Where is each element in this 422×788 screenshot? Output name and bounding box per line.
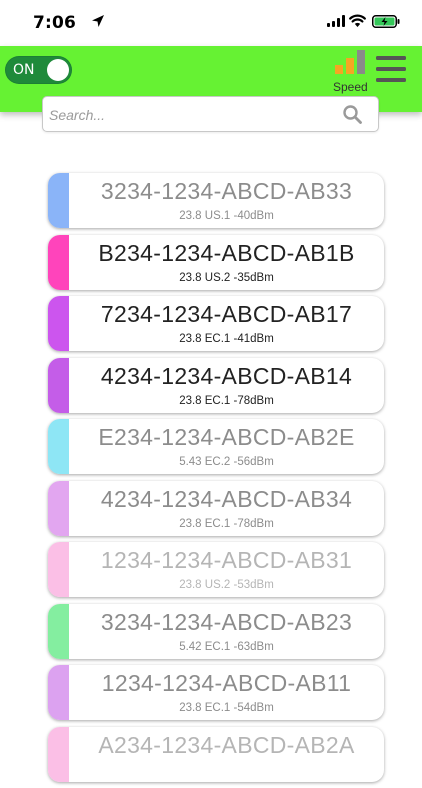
device-card[interactable]: 4234-1234-ABCD-AB14 23.8 EC.1 -78dBm — [48, 357, 384, 413]
device-color-strip — [48, 234, 69, 290]
device-card[interactable]: 3234-1234-ABCD-AB33 23.8 US.1 -40dBm — [48, 173, 384, 228]
device-color-strip — [48, 603, 69, 659]
device-color-strip — [48, 480, 69, 536]
device-name: 3234-1234-ABCD-AB33 — [100, 178, 353, 204]
search-input[interactable] — [49, 105, 329, 125]
device-info: 23.8 EC.1 -78dBm — [179, 517, 274, 530]
device-name: 4234-1234-ABCD-AB34 — [100, 485, 353, 512]
device-card[interactable]: 1234-1234-ABCD-AB11 23.8 EC.1 -54dBm — [48, 665, 384, 720]
speed-button[interactable]: Speed — [332, 50, 368, 94]
status-bar: 7:06 — [0, 0, 422, 46]
device-name: 7234-1234-ABCD-AB17 — [100, 301, 353, 327]
device-name: B234-1234-ABCD-AB1B — [98, 239, 355, 266]
device-card[interactable]: B234-1234-ABCD-AB1B 23.8 US.2 -35dBm — [48, 234, 384, 290]
battery-charging-icon — [372, 15, 400, 28]
device-name: 3234-1234-ABCD-AB23 — [100, 608, 353, 635]
device-card[interactable]: 4234-1234-ABCD-AB34 23.8 EC.1 -78dBm — [48, 480, 384, 536]
search-icon[interactable] — [343, 105, 362, 124]
device-color-strip — [48, 726, 69, 782]
device-info: 23.8 EC.1 -54dBm — [179, 702, 274, 714]
device-name: A234-1234-ABCD-AB2A — [98, 731, 355, 758]
device-info: 23.8 EC.1 -78dBm — [179, 394, 274, 407]
device-name: 1234-1234-ABCD-AB11 — [101, 670, 352, 696]
device-card[interactable]: A234-1234-ABCD-AB2A — [48, 726, 384, 782]
device-card[interactable]: 7234-1234-ABCD-AB17 23.8 EC.1 -41dBm — [48, 296, 384, 351]
device-name: E234-1234-ABCD-AB2E — [98, 424, 355, 450]
toggle-label: ON — [13, 62, 35, 78]
device-name: 1234-1234-ABCD-AB31 — [100, 547, 353, 573]
speed-label: Speed — [333, 80, 368, 94]
device-color-strip — [48, 173, 69, 228]
device-card[interactable]: 1234-1234-ABCD-AB31 23.8 US.2 -53dBm — [48, 542, 384, 597]
device-info: 5.43 EC.2 -56dBm — [179, 456, 274, 468]
device-info: 23.8 EC.1 -41dBm — [179, 333, 274, 345]
device-info: 23.8 US.1 -40dBm — [179, 210, 274, 222]
device-name: 4234-1234-ABCD-AB14 — [100, 362, 353, 389]
status-time: 7:06 — [33, 13, 77, 33]
device-color-strip — [48, 419, 69, 474]
hamburger-menu-icon[interactable] — [376, 55, 406, 83]
location-arrow-icon — [92, 15, 104, 27]
device-color-strip — [48, 665, 69, 720]
device-card[interactable]: 3234-1234-ABCD-AB23 5.42 EC.1 -63dBm — [48, 603, 384, 659]
device-info: 23.8 US.2 -35dBm — [179, 271, 274, 284]
device-info: 23.8 US.2 -53dBm — [179, 579, 274, 591]
search-bar — [42, 96, 379, 132]
device-color-strip — [48, 296, 69, 351]
device-color-strip — [48, 542, 69, 597]
device-color-strip — [48, 357, 69, 413]
cellular-signal-icon — [327, 15, 345, 27]
device-info: 5.42 EC.1 -63dBm — [179, 640, 274, 653]
wifi-icon — [349, 14, 366, 27]
power-toggle[interactable]: ON — [5, 56, 72, 84]
speed-bars-icon — [335, 50, 365, 74]
toggle-knob — [47, 59, 69, 81]
device-list: 3234-1234-ABCD-AB33 23.8 US.1 -40dBm B234-… — [48, 173, 384, 788]
device-card[interactable]: E234-1234-ABCD-AB2E 5.43 EC.2 -56dBm — [48, 419, 384, 474]
